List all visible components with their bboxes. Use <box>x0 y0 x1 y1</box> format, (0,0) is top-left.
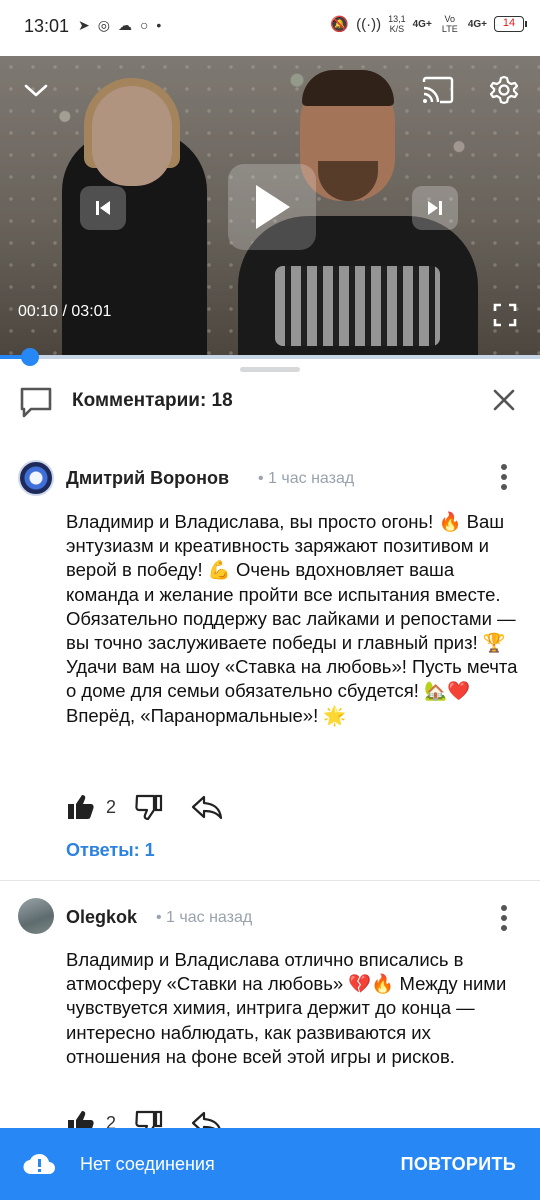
chat-icon: ☁ <box>117 17 132 33</box>
comments-header: Комментарии: 18 <box>0 380 540 424</box>
time-total: 03:01 <box>71 303 112 320</box>
network-indicator-2: 4G+ <box>467 18 487 30</box>
no-connection-bar: Нет соединения ПОВТОРИТЬ <box>0 1128 540 1200</box>
comment-text: Владимир и Владислава отлично вписались … <box>66 949 507 1067</box>
divider <box>0 880 540 881</box>
fullscreen-icon[interactable] <box>490 300 520 330</box>
cast-icon[interactable] <box>420 74 456 106</box>
comment-author[interactable]: Дмитрий Воронов <box>66 468 229 489</box>
retry-button[interactable]: ПОВТОРИТЬ <box>401 1154 516 1175</box>
comment-actions: 2 <box>66 792 224 822</box>
net-speed: 13,1 K/S <box>388 14 406 34</box>
video-progress-bar[interactable] <box>0 355 540 359</box>
like-icon[interactable] <box>66 793 96 821</box>
status-time: 13:01 <box>24 16 70 36</box>
more-vertical-icon[interactable] <box>494 903 514 933</box>
time-current: 00:10 <box>18 303 59 320</box>
collapse-chevron-icon[interactable] <box>20 76 52 106</box>
instagram-icon: ◎ <box>97 17 110 33</box>
comment-author[interactable]: Olegkok <box>66 907 137 928</box>
volte-indicator: Vo LTE <box>441 14 458 34</box>
telegram-icon: ➤ <box>78 17 90 33</box>
status-bar: 13:01 ➤ ◎ ☁ ○ • 🔕 ((·)) 13,1 K/S 4G+ Vo … <box>0 0 540 56</box>
more-vertical-icon[interactable] <box>494 462 514 492</box>
dot-icon: • <box>156 17 162 33</box>
net-speed-unit: K/S <box>389 24 405 34</box>
replies-link[interactable]: Ответы: 1 <box>66 840 155 861</box>
sheet-grabber[interactable] <box>240 367 300 372</box>
mute-icon: 🔕 <box>330 16 350 33</box>
close-icon[interactable] <box>488 384 520 416</box>
net-speed-value: 13,1 <box>388 14 406 24</box>
message-icon: ○ <box>139 17 149 33</box>
system-icons: 🔕 ((·)) 13,1 K/S 4G+ Vo LTE 4G+ 14 <box>330 14 527 34</box>
comment-text: Владимир и Владислава, вы просто огонь! … <box>66 511 518 726</box>
avatar[interactable] <box>18 898 54 934</box>
avatar[interactable] <box>18 460 54 496</box>
progress-knob[interactable] <box>21 348 39 366</box>
battery-icon: 14 <box>494 16 527 32</box>
like-count: 2 <box>106 796 117 817</box>
video-time: 00:10 / 03:01 <box>18 303 111 321</box>
network-indicator-1: 4G+ <box>412 18 432 30</box>
dislike-icon[interactable] <box>134 793 164 821</box>
next-icon[interactable] <box>412 186 458 230</box>
comments-title: Комментарии: 18 <box>72 390 233 411</box>
cloud-offline-icon <box>22 1150 56 1178</box>
comment-time: • 1 час назад <box>156 909 253 926</box>
play-icon[interactable] <box>228 164 316 250</box>
time-separator: / <box>58 303 72 320</box>
comment-icon <box>18 384 54 420</box>
settings-gear-icon[interactable] <box>486 72 522 108</box>
previous-icon[interactable] <box>80 186 126 230</box>
comment-time: • 1 час назад <box>258 470 355 487</box>
no-connection-text: Нет соединения <box>80 1154 215 1174</box>
video-player[interactable]: 00:10 / 03:01 <box>0 56 540 358</box>
reply-icon[interactable] <box>190 793 224 821</box>
notification-icons: ➤ ◎ ☁ ○ • <box>78 15 161 35</box>
hotspot-icon: ((·)) <box>356 15 382 33</box>
